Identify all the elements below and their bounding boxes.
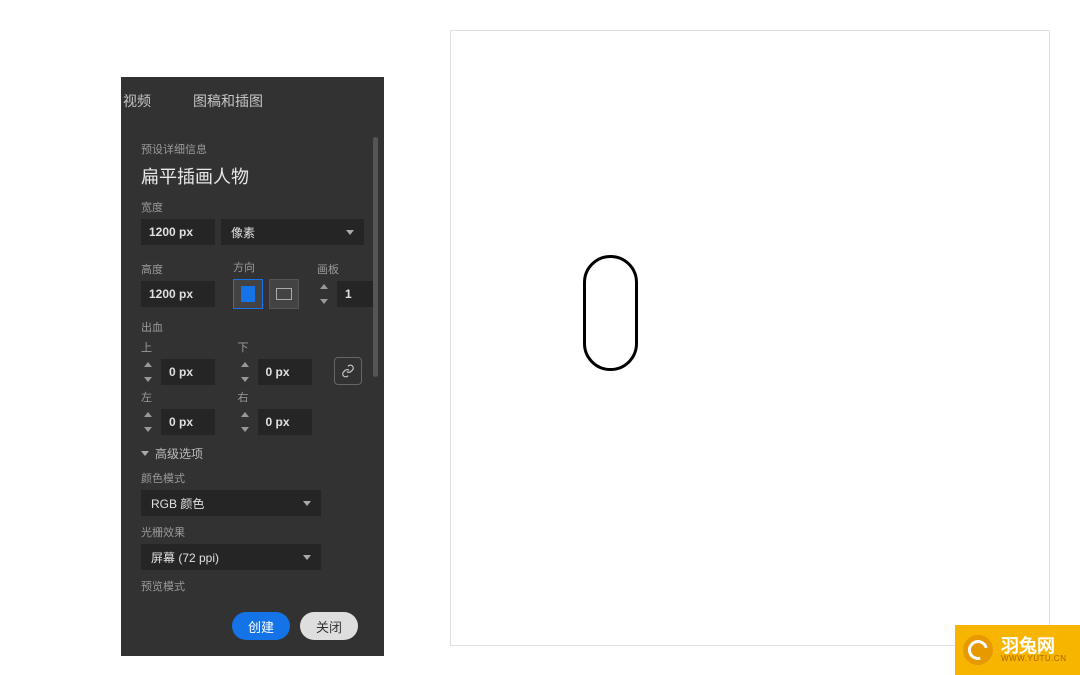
unit-select[interactable]: 像素 [221, 219, 364, 245]
width-input[interactable] [141, 219, 215, 245]
orientation-portrait[interactable] [233, 279, 263, 309]
preset-name[interactable]: 扁平插画人物 [141, 163, 364, 189]
rabbit-logo-icon [963, 635, 993, 665]
watermark-name: 羽兔网 [1001, 637, 1067, 655]
orientation-landscape[interactable] [269, 279, 299, 309]
color-mode-label: 颜色模式 [141, 470, 364, 486]
raster-value: 屏幕 (72 ppi) [151, 549, 219, 566]
preset-details: 预设详细信息 扁平插画人物 宽度 像素 高度 方向 画板 [121, 123, 384, 656]
rounded-rect-shape[interactable] [583, 255, 638, 371]
scrollbar-thumb[interactable] [373, 137, 378, 377]
artboard-input[interactable] [337, 281, 377, 307]
chevron-down-icon [141, 451, 149, 456]
bleed-top-label: 上 [141, 339, 232, 355]
close-button[interactable]: 关闭 [300, 612, 358, 640]
bleed-left-spinner[interactable] [141, 409, 155, 435]
bleed-left-label: 左 [141, 389, 232, 405]
chevron-down-icon [346, 230, 354, 235]
bleed-bottom-label: 下 [238, 339, 329, 355]
advanced-toggle[interactable]: 高级选项 [141, 445, 364, 462]
link-bleed-icon[interactable] [334, 357, 362, 385]
bleed-bottom-spinner[interactable] [238, 359, 252, 385]
raster-select[interactable]: 屏幕 (72 ppi) [141, 544, 321, 570]
height-label: 高度 [141, 261, 215, 277]
chevron-down-icon [303, 501, 311, 506]
orientation-label: 方向 [233, 259, 299, 275]
advanced-label: 高级选项 [155, 445, 203, 462]
bleed-top-input[interactable] [161, 359, 215, 385]
raster-label: 光栅效果 [141, 524, 364, 540]
unit-value: 像素 [231, 224, 255, 241]
height-input[interactable] [141, 281, 215, 307]
create-button[interactable]: 创建 [232, 612, 290, 640]
bleed-top-spinner[interactable] [141, 359, 155, 385]
artboard-label: 画板 [317, 261, 377, 277]
color-mode-value: RGB 颜色 [151, 495, 204, 512]
tab-illustration[interactable]: 图稿和插图 [193, 91, 263, 111]
artboard-spinner[interactable] [317, 281, 331, 307]
chevron-down-icon [303, 555, 311, 560]
watermark: 羽兔网 WWW.YUTU.CN [955, 625, 1080, 675]
bleed-right-input[interactable] [258, 409, 312, 435]
new-document-panel: 视频 图稿和插图 预设详细信息 扁平插画人物 宽度 像素 高度 方向 [121, 77, 384, 597]
bleed-label: 出血 [141, 319, 364, 335]
bleed-right-label: 右 [238, 389, 329, 405]
tab-video[interactable]: 视频 [123, 91, 151, 111]
artboard-canvas[interactable]: 外观 填色 描边 3 px 不透明度 100% 粗细： 3 px 端点： [450, 30, 1050, 646]
color-mode-select[interactable]: RGB 颜色 [141, 490, 321, 516]
preview-mode-label: 预览模式 [141, 578, 364, 594]
bleed-left-input[interactable] [161, 409, 215, 435]
preset-detail-label: 预设详细信息 [141, 141, 364, 157]
watermark-url: WWW.YUTU.CN [1001, 655, 1067, 663]
bleed-bottom-input[interactable] [258, 359, 312, 385]
bleed-right-spinner[interactable] [238, 409, 252, 435]
category-tabs: 视频 图稿和插图 [121, 77, 384, 123]
width-label: 宽度 [141, 199, 364, 215]
